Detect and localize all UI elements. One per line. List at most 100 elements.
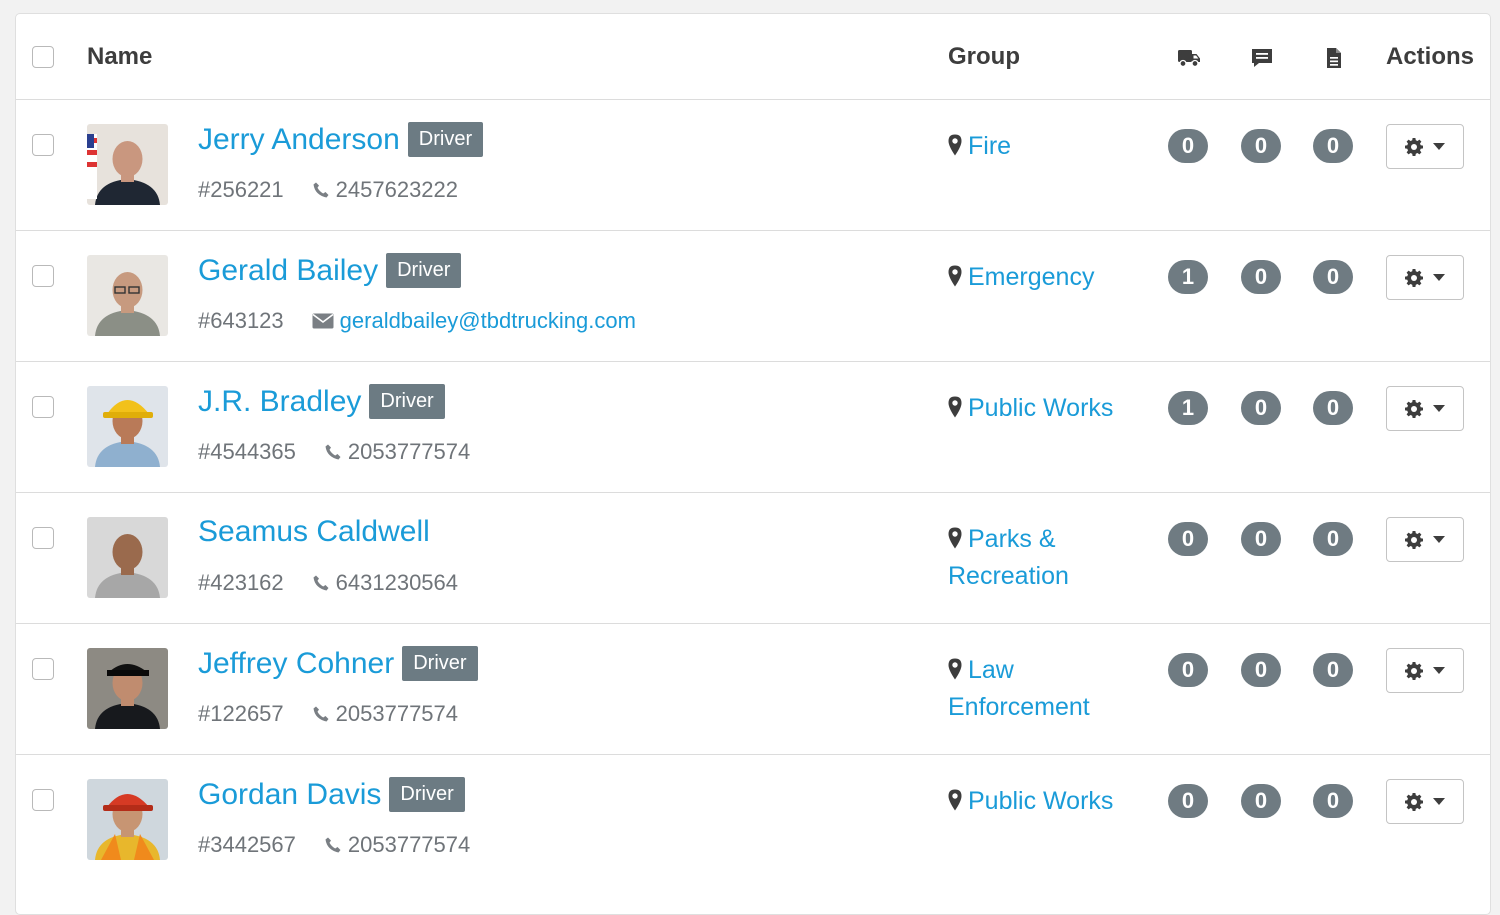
map-marker-icon [948, 134, 962, 156]
driver-meta: #3442567 2053777574 [198, 832, 470, 858]
gear-icon [1405, 399, 1423, 418]
table-row: J.R. Bradley Driver #4544365 2053777574 Publ… [16, 361, 1490, 493]
group-cell: Parks & Recreation [948, 521, 1128, 595]
table-header: Name Group Actions [16, 14, 1490, 99]
phone-icon [313, 706, 329, 722]
count-badge: 0 [1168, 522, 1208, 556]
gear-icon [1405, 661, 1423, 680]
chevron-down-icon [1433, 536, 1445, 543]
actions-dropdown-button[interactable] [1386, 386, 1464, 431]
group-column-header[interactable]: Group [948, 43, 1020, 71]
driver-id: #4544365 [198, 439, 296, 464]
phone-icon [313, 575, 329, 591]
map-marker-icon [948, 789, 962, 811]
driver-name-cell: Gordan Davis Driver [198, 777, 465, 812]
select-all-checkbox[interactable] [32, 46, 54, 68]
driver-name-link[interactable]: Jerry Anderson [198, 123, 400, 156]
name-column-header[interactable]: Name [87, 43, 152, 71]
map-marker-icon [948, 396, 962, 418]
chevron-down-icon [1433, 143, 1445, 150]
count-badge: 0 [1313, 391, 1353, 425]
row-checkbox[interactable] [32, 527, 54, 549]
phone-number: 2053777574 [347, 832, 471, 857]
driver-meta: #423162 6431230564 [198, 570, 458, 596]
row-checkbox[interactable] [32, 265, 54, 287]
email-link[interactable]: geraldbailey@tbdtrucking.com [340, 308, 636, 334]
driver-name-link[interactable]: Seamus Caldwell [198, 515, 430, 548]
driver-name-link[interactable]: Gordan Davis [198, 778, 381, 811]
driver-meta: #122657 2053777574 [198, 701, 458, 727]
file-icon [1327, 48, 1341, 68]
count-badge: 0 [1168, 653, 1208, 687]
count-badge: 0 [1168, 129, 1208, 163]
chevron-down-icon [1433, 405, 1445, 412]
count-badge: 0 [1241, 784, 1281, 818]
actions-dropdown-button[interactable] [1386, 124, 1464, 169]
contact-email[interactable]: geraldbailey@tbdtrucking.com [312, 308, 636, 334]
group-link[interactable]: Parks & Recreation [948, 525, 1069, 590]
avatar [87, 517, 168, 598]
row-checkbox[interactable] [32, 789, 54, 811]
contact-phone: 2053777574 [324, 832, 470, 858]
count-badge: 1 [1168, 391, 1208, 425]
map-marker-icon [948, 265, 962, 287]
driver-name-cell: Seamus Caldwell [198, 515, 430, 549]
driver-id: #423162 [198, 570, 284, 595]
count-badge: 0 [1313, 129, 1353, 163]
table-row: Jerry Anderson Driver #256221 2457623222 Fir… [16, 99, 1490, 231]
driver-meta: #4544365 2053777574 [198, 439, 470, 465]
driver-meta: #256221 2457623222 [198, 177, 458, 203]
driver-name-link[interactable]: Gerald Bailey [198, 254, 378, 287]
driver-name-cell: J.R. Bradley Driver [198, 384, 445, 419]
contact-phone: 6431230564 [312, 570, 458, 596]
driver-name-link[interactable]: J.R. Bradley [198, 385, 361, 418]
truck-icon [1178, 50, 1200, 68]
actions-dropdown-button[interactable] [1386, 517, 1464, 562]
row-checkbox[interactable] [32, 134, 54, 156]
map-marker-icon [948, 658, 962, 680]
driver-name-link[interactable]: Jeffrey Cohner [198, 647, 394, 680]
driver-name-cell: Jerry Anderson Driver [198, 122, 484, 157]
group-link[interactable]: Fire [968, 132, 1011, 160]
driver-badge: Driver [389, 777, 465, 812]
phone-number: 2053777574 [335, 701, 459, 726]
driver-id: #122657 [198, 701, 284, 726]
contact-phone: 2053777574 [324, 439, 470, 465]
group-link[interactable]: Public Works [968, 787, 1113, 815]
driver-id: #3442567 [198, 832, 296, 857]
phone-icon [313, 182, 329, 198]
chevron-down-icon [1433, 274, 1445, 281]
driver-badge: Driver [402, 646, 478, 681]
count-badge: 0 [1313, 653, 1353, 687]
chevron-down-icon [1433, 798, 1445, 805]
phone-number: 2457623222 [335, 177, 459, 202]
avatar [87, 255, 168, 336]
group-link[interactable]: Law Enforcement [948, 656, 1090, 721]
count-badge: 0 [1313, 784, 1353, 818]
driver-id: #643123 [198, 308, 284, 333]
group-cell: Public Works [948, 390, 1128, 427]
actions-dropdown-button[interactable] [1386, 255, 1464, 300]
driver-name-cell: Gerald Bailey Driver [198, 253, 462, 288]
avatar [87, 124, 168, 205]
group-cell: Public Works [948, 783, 1128, 820]
count-badge: 0 [1313, 522, 1353, 556]
comment-icon [1252, 49, 1272, 67]
row-checkbox[interactable] [32, 658, 54, 680]
avatar [87, 779, 168, 860]
envelope-icon [312, 313, 334, 329]
group-cell: Emergency [948, 259, 1128, 296]
actions-dropdown-button[interactable] [1386, 779, 1464, 824]
group-link[interactable]: Public Works [968, 394, 1113, 422]
count-badge: 0 [1241, 129, 1281, 163]
count-badge: 0 [1168, 784, 1208, 818]
row-checkbox[interactable] [32, 396, 54, 418]
table-row: Seamus Caldwell #423162 6431230564 Parks & … [16, 492, 1490, 624]
group-cell: Law Enforcement [948, 652, 1128, 726]
group-link[interactable]: Emergency [968, 263, 1094, 291]
actions-dropdown-button[interactable] [1386, 648, 1464, 693]
contact-phone: 2457623222 [312, 177, 458, 203]
driver-badge: Driver [369, 384, 445, 419]
avatar [87, 648, 168, 729]
drivers-table: Name Group Actions Jerry Anderson Driver #… [15, 13, 1491, 915]
